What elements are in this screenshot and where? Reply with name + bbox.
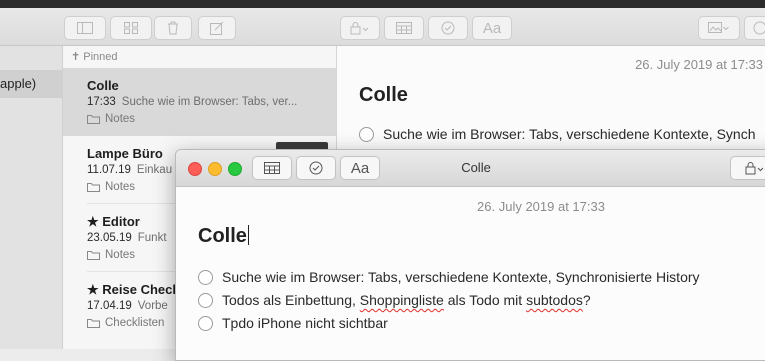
note-date: 26. July 2019 at 17:33 [477,199,605,214]
checkbox[interactable] [198,292,213,308]
note-title-editable[interactable]: Colle [198,225,250,248]
note-date: 11.07.19 [87,164,131,176]
note-snippet: Suche wie im Browser: Tabs, ver... [121,96,298,108]
page-title: Colle [359,84,408,106]
note-snippet: Vorbe [137,300,168,312]
note-folder: Notes [105,113,136,125]
main-toolbar: Aa [0,8,765,46]
format-button[interactable]: Aa [472,16,512,40]
delete-button[interactable] [154,16,192,40]
checklist-item[interactable]: Suche wie im Browser: Tabs, verschiedene… [359,126,755,142]
note-folder: Notes [105,181,136,193]
gallery-view-icon [124,22,138,34]
lock-button[interactable] [340,16,380,40]
checklist-item-text: Todos als Einbettung, Shoppingliste als … [222,292,591,308]
checklist-item[interactable]: Suche wie im Browser: Tabs, verschiedene… [198,269,700,285]
pinned-header: ✝ Pinned [71,51,118,63]
share-icon [753,21,765,35]
folder-icon [87,319,100,328]
sidebar-toggle-button[interactable] [64,16,106,40]
text-cursor [247,225,250,245]
note-title: ★ Editor [87,214,140,229]
misspelled-word: subtodos [526,292,583,308]
compose-icon [210,21,224,35]
lock-button[interactable] [730,156,765,180]
note-window: Aa Colle 26. July 2019 at 17:33 Colle Su… [175,149,765,361]
note-date: 17:33 [87,96,116,108]
sidebar-item-selected[interactable]: apple) [0,70,62,98]
share-button[interactable] [744,16,765,40]
checklist-item[interactable]: Tpdo iPhone nicht sichtbar [198,315,388,331]
checklist-icon [441,21,455,35]
checklist-item-text: Suche wie im Browser: Tabs, verschiedene… [383,126,756,142]
note-folder: Checklisten [105,317,165,329]
note-title: Lampe Büro [87,146,163,161]
checklist-button[interactable] [428,16,468,40]
lock-icon [350,22,369,35]
photo-button[interactable] [698,16,740,40]
top-menu-strip [0,0,765,8]
note-folder: Notes [105,249,136,261]
checkbox[interactable] [198,315,213,331]
note-date: 17.04.19 [87,300,132,312]
note-snippet: Funkt [137,232,167,244]
table-button[interactable] [384,16,424,40]
checkbox[interactable] [359,126,374,142]
misspelled-word: Shoppingliste [359,292,444,308]
compose-button[interactable] [198,16,236,40]
pin-icon: ✝ [71,51,81,63]
list-item[interactable]: Colle 17:33 Suche wie im Browser: Tabs, v… [63,68,336,136]
sidebar-toggle-icon [77,22,93,34]
checklist-item-text: Tpdo iPhone nicht sichtbar [222,315,388,331]
table-icon [396,22,412,34]
window-title: Colle [461,160,491,175]
checkbox[interactable] [198,269,213,285]
checklist-item-text: Suche wie im Browser: Tabs, verschiedene… [222,269,700,285]
photo-icon [708,22,729,33]
note-snippet: Einkau [136,164,173,176]
trash-icon [168,21,178,35]
note-date: 26. July 2019 at 17:33 [635,57,763,72]
checklist-item[interactable]: Todos als Einbettung, Shoppingliste als … [198,292,591,308]
gallery-view-button[interactable] [110,16,152,40]
folder-icon [87,183,100,192]
folder-icon [87,115,100,124]
sidebar-item-label: apple) [0,76,37,91]
window-titlebar[interactable]: Aa Colle [176,150,765,187]
folder-icon [87,251,100,260]
lock-icon [745,162,764,175]
note-date: 23.05.19 [87,232,132,244]
note-title: ★ Reise Check [87,282,180,297]
note-title: Colle [87,78,119,93]
